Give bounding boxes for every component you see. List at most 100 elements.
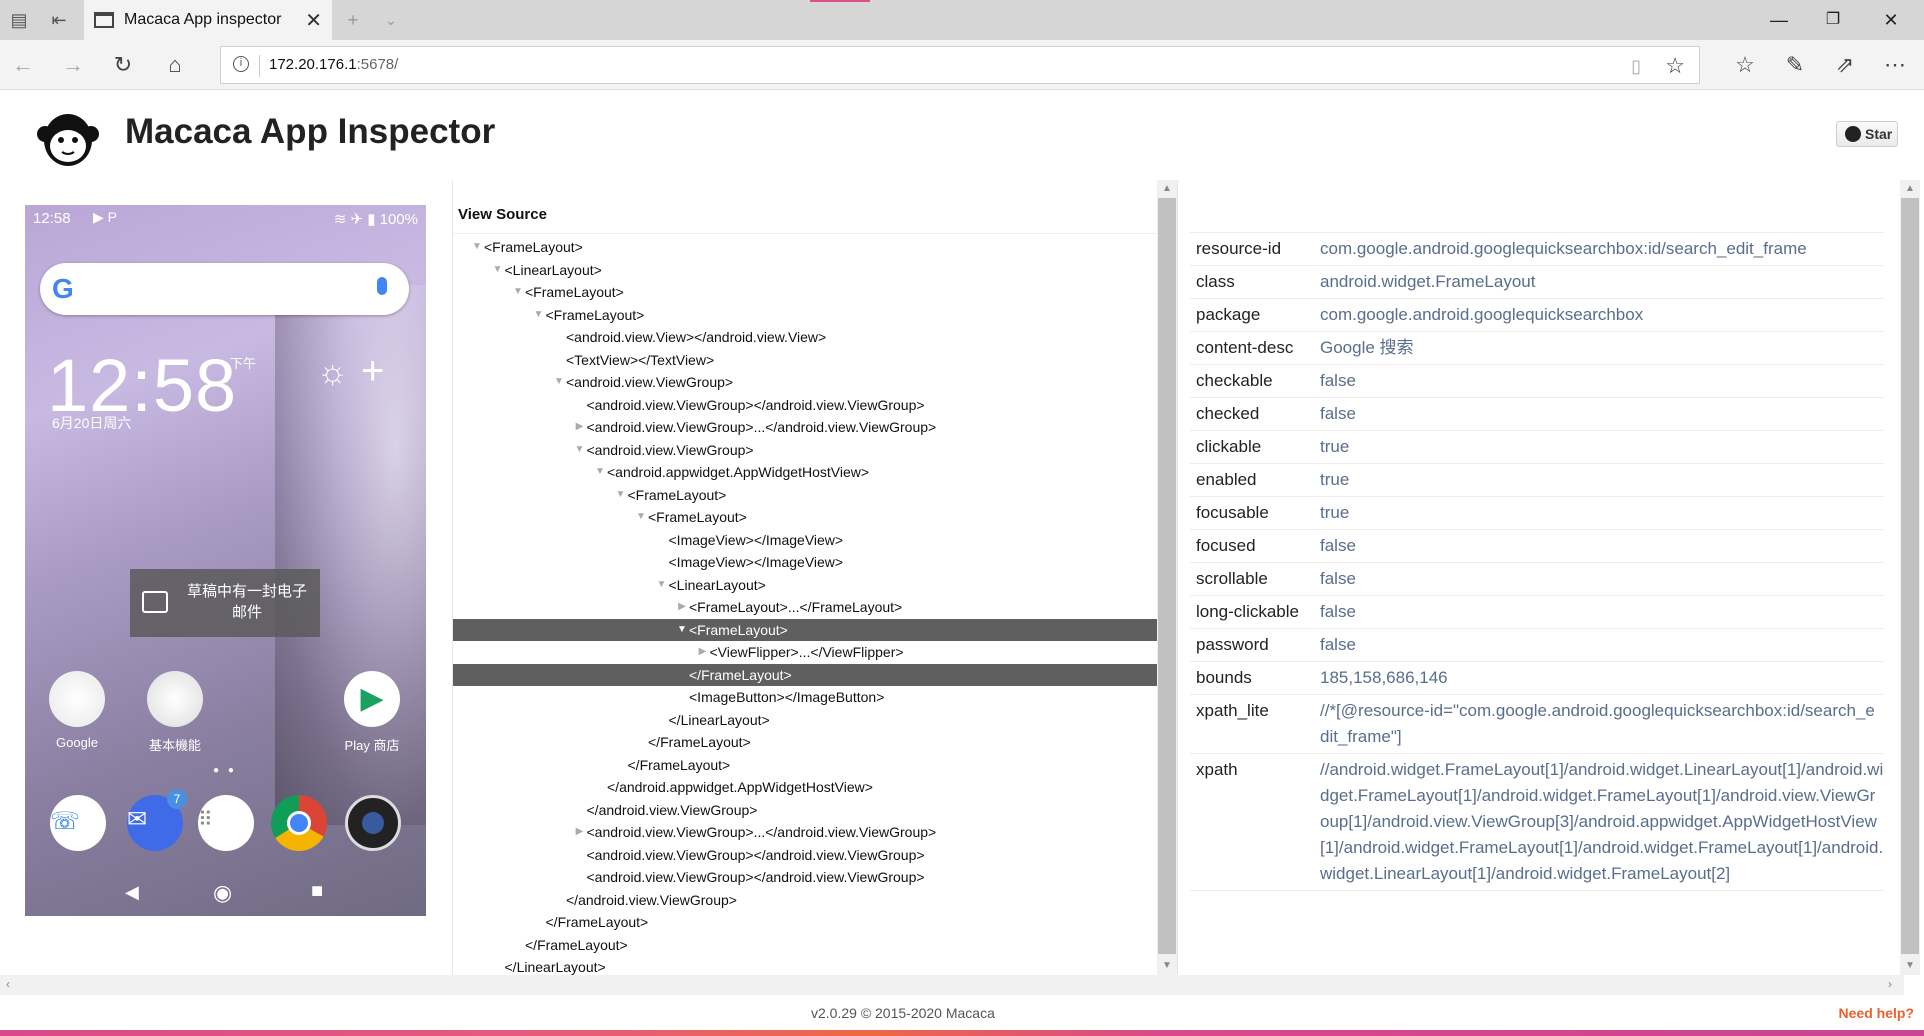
camera-icon[interactable]	[345, 795, 401, 851]
tree-node[interactable]: ▼ <android.view.ViewGroup>	[453, 439, 1158, 462]
attribute-value[interactable]: false	[1320, 401, 1884, 427]
set-aside-tabs-icon[interactable]: ⇤	[46, 8, 72, 32]
tab-list-chevron-icon[interactable]: ⌄	[378, 8, 404, 32]
scroll-up-icon[interactable]: ▲	[1157, 180, 1177, 198]
collapse-arrow-right-icon[interactable]: ▶	[697, 641, 709, 663]
tree-node[interactable]: <ImageView></ImageView>	[453, 551, 1158, 574]
tree-node[interactable]: </FrameLayout>	[453, 934, 1158, 957]
collapse-arrow-right-icon[interactable]: ▶	[574, 821, 586, 843]
attribute-value[interactable]: false	[1320, 599, 1884, 625]
restore-button[interactable]: ❐	[1810, 6, 1856, 34]
app-drawer-icon[interactable]: ⠿	[198, 795, 254, 851]
back-icon[interactable]: ←	[8, 51, 38, 79]
app-basic-functions-folder[interactable]: 基本機能	[130, 671, 220, 754]
browser-tab[interactable]: Macaca App inspector ✕	[84, 0, 332, 40]
tree-node[interactable]: <android.view.ViewGroup></android.view.V…	[453, 844, 1158, 867]
tree-node[interactable]: </android.view.ViewGroup>	[453, 799, 1158, 822]
tree-node[interactable]: </android.appwidget.AppWidgetHostView>	[453, 776, 1158, 799]
attribute-value[interactable]: //android.widget.FrameLayout[1]/android.…	[1320, 757, 1884, 887]
forward-icon[interactable]: →	[58, 51, 88, 79]
tree-node[interactable]: </android.view.ViewGroup>	[453, 889, 1158, 912]
scroll-up-icon[interactable]: ▲	[1900, 180, 1920, 198]
scroll-down-icon[interactable]: ▼	[1157, 957, 1177, 975]
tree-node[interactable]: ▼ <android.appwidget.AppWidgetHostView>	[453, 461, 1158, 484]
tree-node[interactable]: ▼ <FrameLayout>	[453, 304, 1158, 327]
tree-node[interactable]: ▶ <android.view.ViewGroup>...</android.vi…	[453, 416, 1158, 439]
attribute-value[interactable]: com.google.android.googlequicksearchbox:…	[1320, 236, 1884, 262]
attribute-value[interactable]: com.google.android.googlequicksearchbox	[1320, 302, 1884, 328]
collapse-arrow-right-icon[interactable]: ▶	[676, 596, 688, 618]
url-text[interactable]: 172.20.176.1:5678/	[269, 56, 398, 73]
attribute-value[interactable]: 185,158,686,146	[1320, 665, 1884, 691]
minimize-button[interactable]: —	[1756, 6, 1802, 34]
scroll-down-icon[interactable]: ▼	[1900, 957, 1920, 975]
home-icon[interactable]: ⌂	[160, 51, 190, 79]
expand-arrow-down-icon[interactable]: ▼	[512, 281, 524, 303]
microphone-icon[interactable]	[377, 277, 387, 295]
more-icon[interactable]: ⋯	[1880, 51, 1910, 79]
expand-arrow-down-icon[interactable]: ▼	[594, 461, 606, 483]
tree-node[interactable]: <ImageView></ImageView>	[453, 529, 1158, 552]
tree-node[interactable]: </LinearLayout>	[453, 956, 1158, 975]
tree-node[interactable]: ▼ <FrameLayout>	[453, 281, 1158, 304]
tab-actions-icon[interactable]: ▤	[6, 8, 32, 32]
expand-arrow-down-icon[interactable]: ▼	[656, 574, 668, 596]
tree-node[interactable]: </FrameLayout>	[453, 754, 1158, 777]
attribute-value[interactable]: true	[1320, 434, 1884, 460]
attribute-value[interactable]: false	[1320, 566, 1884, 592]
github-star-button[interactable]: Star	[1836, 121, 1898, 147]
collapse-arrow-right-icon[interactable]: ▶	[574, 416, 586, 438]
address-bar[interactable]: i 172.20.176.1:5678/ ▯ ☆	[220, 46, 1700, 84]
attribute-value[interactable]: true	[1320, 467, 1884, 493]
attribute-value[interactable]: Google 搜索	[1320, 335, 1884, 361]
tree-node[interactable]: ▼ <FrameLayout>	[453, 506, 1158, 529]
expand-arrow-down-icon[interactable]: ▼	[676, 619, 688, 641]
horizontal-scrollbar[interactable]: ‹ ›	[0, 975, 1904, 995]
tree-node[interactable]: <ImageButton></ImageButton>	[453, 686, 1158, 709]
expand-arrow-down-icon[interactable]: ▼	[471, 236, 483, 258]
tree-node[interactable]: ▶ <FrameLayout>...</FrameLayout>	[453, 596, 1158, 619]
tab-close-icon[interactable]: ✕	[305, 8, 322, 33]
attribute-value[interactable]: android.widget.FrameLayout	[1320, 269, 1884, 295]
expand-arrow-down-icon[interactable]: ▼	[533, 304, 545, 326]
tree-node[interactable]: <android.view.ViewGroup></android.view.V…	[453, 394, 1158, 417]
share-icon[interactable]: ⇗	[1830, 51, 1860, 79]
refresh-icon[interactable]: ↻	[108, 51, 138, 79]
google-search-bar[interactable]: G	[40, 263, 409, 315]
phone-dialer-icon[interactable]: ☏	[50, 795, 106, 851]
chrome-icon[interactable]	[271, 795, 327, 851]
nav-back-icon[interactable]: ◀	[125, 882, 139, 903]
expand-arrow-down-icon[interactable]: ▼	[574, 439, 586, 461]
device-screenshot[interactable]: 12:58 ▶ P ≋ ✈ ▮ 100% G 12:58 下午 6月20日周六 …	[25, 205, 426, 916]
app-google-folder[interactable]: Google	[32, 671, 122, 750]
tree-node[interactable]: </FrameLayout>	[453, 663, 1158, 686]
tree-node[interactable]: <TextView></TextView>	[453, 349, 1158, 372]
tree-node[interactable]: <android.view.ViewGroup></android.view.V…	[453, 866, 1158, 889]
app-play-store[interactable]: ▶ Play 商店	[327, 671, 417, 754]
expand-arrow-down-icon[interactable]: ▼	[553, 371, 565, 393]
tree-node[interactable]: ▼ <LinearLayout>	[453, 259, 1158, 282]
tree-node[interactable]: <android.view.View></android.view.View>	[453, 326, 1158, 349]
tree-node[interactable]: ▼ <android.view.ViewGroup>	[453, 371, 1158, 394]
window-close-button[interactable]: ✕	[1868, 6, 1914, 34]
messages-icon[interactable]: ✉ 7	[127, 789, 187, 851]
attribute-value[interactable]: false	[1320, 368, 1884, 394]
attributes-scrollbar[interactable]: ▲ ▼	[1900, 180, 1920, 975]
notes-pen-icon[interactable]: ✎	[1780, 51, 1810, 79]
favorites-list-icon[interactable]: ☆	[1730, 51, 1760, 79]
expand-arrow-down-icon[interactable]: ▼	[615, 484, 627, 506]
attribute-value[interactable]: //*[@resource-id="com.google.android.goo…	[1320, 698, 1884, 750]
tree-node[interactable]: ▼ <FrameLayout>	[453, 618, 1158, 641]
nav-home-icon[interactable]: ◉	[213, 880, 232, 906]
nav-recents-icon[interactable]: ■	[311, 880, 323, 903]
scroll-left-icon[interactable]: ‹	[6, 977, 10, 991]
new-tab-icon[interactable]: +	[340, 8, 366, 32]
need-help-link[interactable]: Need help?	[1839, 1005, 1914, 1021]
view-source-scrollbar[interactable]: ▲ ▼	[1157, 180, 1177, 975]
tree-node[interactable]: ▼ <FrameLayout>	[453, 236, 1158, 259]
expand-arrow-down-icon[interactable]: ▼	[635, 506, 647, 528]
tree-node[interactable]: ▼ <LinearLayout>	[453, 574, 1158, 597]
tree-node[interactable]: </FrameLayout>	[453, 911, 1158, 934]
attribute-value[interactable]: true	[1320, 500, 1884, 526]
site-info-icon[interactable]: i	[233, 56, 249, 72]
